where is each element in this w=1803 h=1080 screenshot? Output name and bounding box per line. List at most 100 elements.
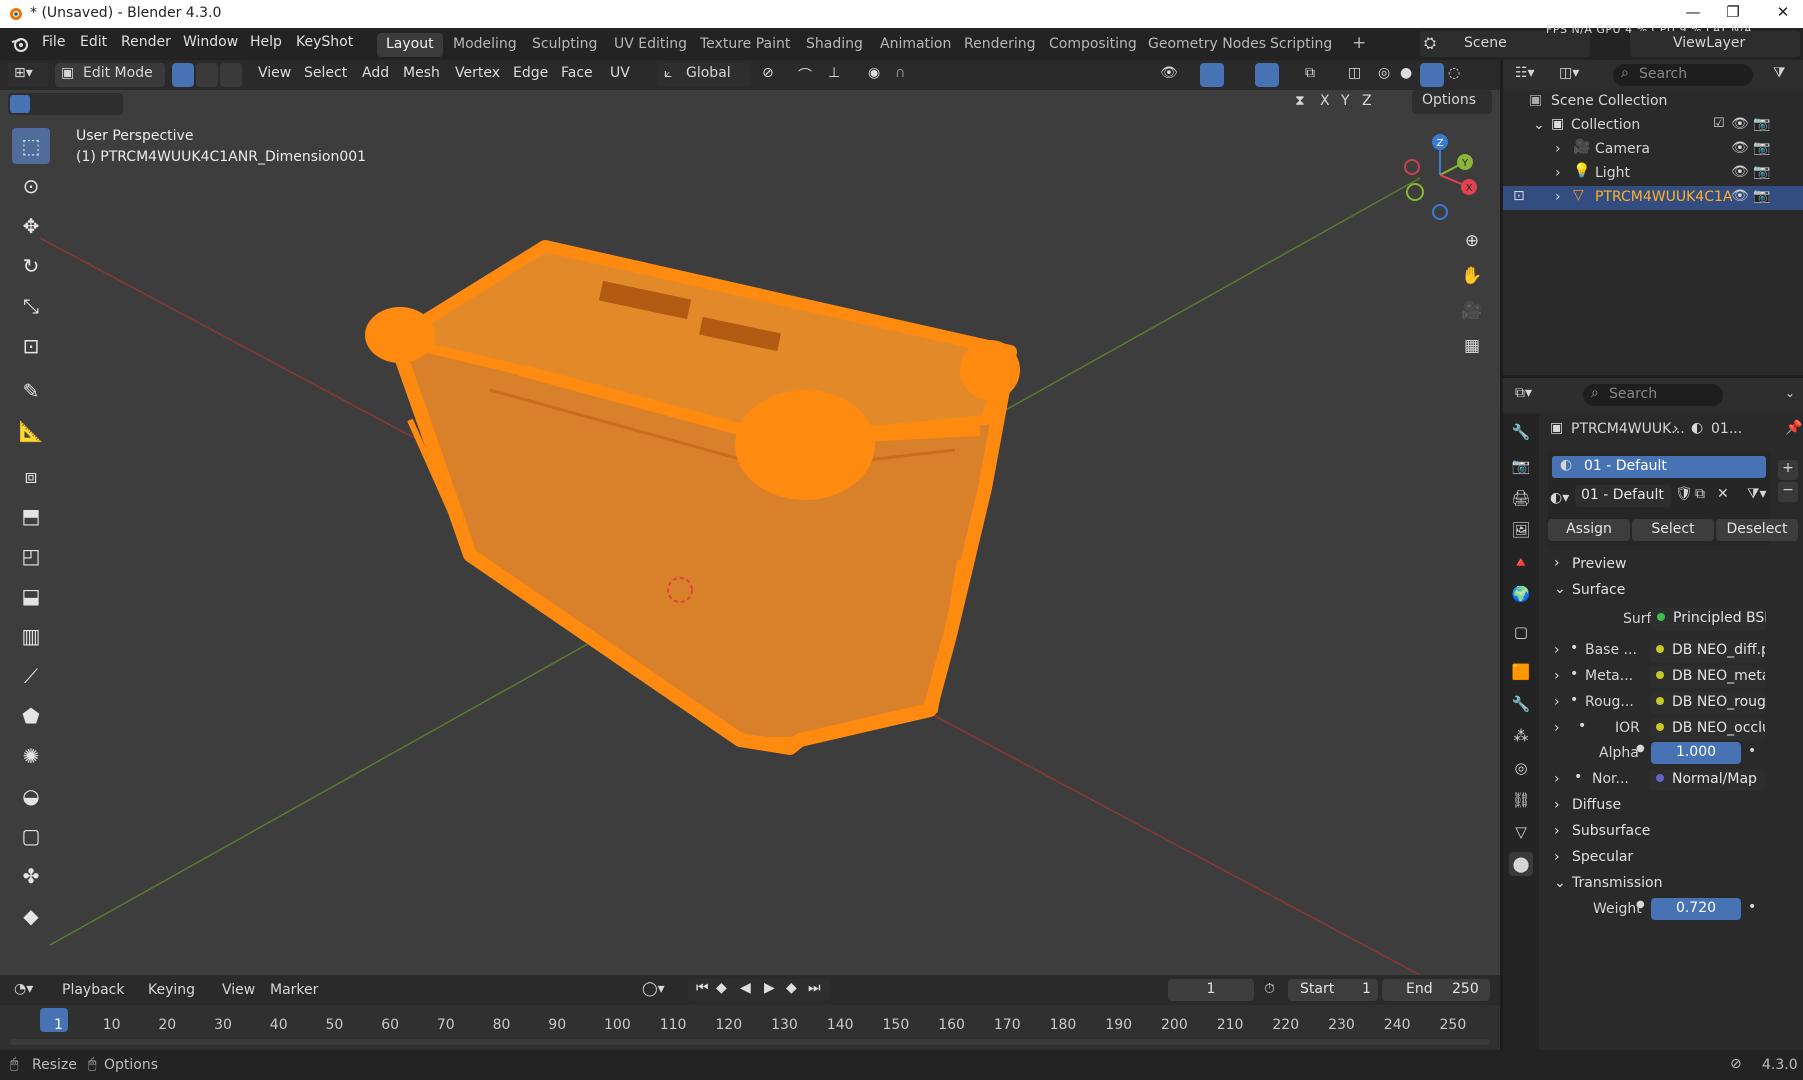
expand-icon[interactable]: › — [1555, 189, 1561, 205]
move-icon[interactable]: ✥ — [12, 208, 50, 244]
tool-tab-icon[interactable]: 🔧 — [1509, 420, 1533, 444]
filter-icon[interactable]: ⧩ — [1773, 65, 1786, 81]
collection-row[interactable]: ⌄ ▣ Collection ☑ 👁 📷 — [1503, 114, 1803, 138]
data-tab-icon[interactable]: ▽ — [1509, 820, 1533, 844]
maximize-button[interactable]: ❐ — [1713, 3, 1753, 21]
solid-shading-icon[interactable]: ● — [1400, 65, 1412, 81]
proportional-edit-icon[interactable]: ◉ — [868, 65, 880, 81]
tab-animation[interactable]: Animation — [871, 33, 960, 57]
camera-render-icon[interactable]: 📷 — [1753, 140, 1770, 156]
menu-render[interactable]: Render — [121, 34, 171, 50]
minimize-button[interactable]: — — [1673, 3, 1713, 21]
unlink-material-icon[interactable]: ✕ — [1717, 486, 1729, 502]
wireframe-shading-icon[interactable]: ◎ — [1378, 65, 1390, 81]
input-value-field[interactable]: DB NEO_roug... — [1650, 692, 1765, 714]
collection-visibility-icon[interactable]: 👁 — [1731, 116, 1749, 132]
tab-texture-paint[interactable]: Texture Paint — [691, 33, 799, 57]
tab-geometry-nodes[interactable]: Geometry Nodes — [1139, 33, 1275, 57]
material-slot-item[interactable]: ◐ 01 - Default — [1552, 456, 1766, 478]
scene-collection-row[interactable]: ▣ Scene Collection — [1503, 90, 1803, 114]
tab-scripting[interactable]: Scripting — [1261, 33, 1341, 57]
mesh-render-icon[interactable]: 📷 — [1753, 188, 1770, 204]
input-row-normal[interactable]: › • Nor... Normal/Map — [1550, 767, 1800, 793]
menu-marker[interactable]: Marker — [270, 982, 318, 998]
transform-icon[interactable]: ⊡ — [12, 328, 50, 364]
input-row-ior[interactable]: › • IOR DB NEO_occlu... — [1550, 716, 1800, 742]
timeline-scrollbar[interactable] — [10, 1039, 1490, 1045]
render-tab-icon[interactable]: 📷 — [1509, 454, 1533, 478]
surface-shader-field[interactable]: Principled BSDF — [1651, 608, 1766, 630]
scale-icon[interactable]: ⤡ — [12, 288, 50, 324]
pivot-icon[interactable]: ⊘ — [762, 65, 774, 81]
visibility-icon[interactable]: 👁 — [1160, 65, 1178, 81]
scene-tab-icon[interactable]: 🔺 — [1509, 550, 1533, 574]
camera-view-icon[interactable]: 🎥 — [1456, 295, 1488, 327]
timeline-editor-icon[interactable]: ◔▾ — [14, 981, 33, 997]
menu-face[interactable]: Face — [561, 65, 593, 81]
mirror-y[interactable]: Y — [1341, 93, 1350, 109]
jump-start-icon[interactable]: ⏮ — [696, 980, 709, 996]
knife-icon[interactable]: ⟋ — [12, 658, 50, 694]
shrink-fatten-icon[interactable]: ▢ — [12, 818, 50, 854]
pan-hand-icon[interactable]: ✋ — [1456, 260, 1488, 292]
editor-type-button[interactable]: ⊞▾ — [8, 63, 48, 87]
play-icon[interactable]: ▶ — [764, 980, 775, 996]
menu-keyshot[interactable]: KeyShot — [296, 34, 353, 50]
add-cube-icon[interactable]: ⧈ — [12, 458, 50, 494]
tab-sculpting[interactable]: Sculpting — [523, 33, 606, 57]
expand-icon[interactable]: › — [1555, 141, 1561, 157]
menu-view[interactable]: View — [222, 982, 255, 998]
tab-shading[interactable]: Shading — [797, 33, 872, 57]
edge-select-button[interactable] — [196, 63, 218, 87]
ortho-grid-icon[interactable]: ▦ — [1456, 330, 1488, 362]
rip-icon[interactable]: ◆ — [12, 898, 50, 934]
tab-layout[interactable]: Layout — [377, 33, 443, 57]
collection-expand-icon[interactable]: ⌄ — [1533, 117, 1545, 133]
options-dropdown[interactable]: Options — [1412, 90, 1492, 114]
diffuse-section[interactable]: › Diffuse — [1550, 793, 1800, 819]
view-layer-tab-icon[interactable]: 🖼 — [1509, 518, 1533, 542]
vertex-select-button[interactable] — [172, 63, 194, 87]
collection-render-icon[interactable]: 📷 — [1753, 116, 1770, 132]
shear-icon[interactable]: ✤ — [12, 858, 50, 894]
loop-cut-icon[interactable]: ▥ — [12, 618, 50, 654]
material-name-field[interactable]: 01 - Default — [1575, 485, 1671, 507]
tab-compositing[interactable]: Compositing — [1040, 33, 1146, 57]
mesh-visibility-icon[interactable]: 👁 — [1731, 188, 1749, 204]
pin-icon[interactable]: 📌 — [1785, 420, 1802, 436]
spin-icon[interactable]: ✺ — [12, 738, 50, 774]
cursor-icon[interactable]: ⊙ — [12, 168, 50, 204]
transform-orientation-dropdown[interactable]: ⟀ Global — [658, 63, 750, 87]
world-tab-icon[interactable]: 🌍 — [1509, 582, 1533, 606]
tab-uv-editing[interactable]: UV Editing — [605, 33, 696, 57]
menu-uv[interactable]: UV — [610, 65, 630, 81]
fake-user-icon[interactable]: 🛡 — [1675, 486, 1693, 502]
rotate-icon[interactable]: ↻ — [12, 248, 50, 284]
keyframe-dot-icon[interactable]: • — [1748, 899, 1756, 915]
menu-edit[interactable]: Edit — [80, 34, 107, 50]
preview-section[interactable]: › Preview — [1550, 552, 1800, 578]
zoom-icon[interactable]: ⊕ — [1456, 225, 1488, 257]
input-row-base-color[interactable]: › • Base ... DB NEO_diff.png — [1550, 638, 1800, 664]
outliner-editor-icon[interactable]: ☷▾ — [1515, 65, 1535, 81]
menu-window[interactable]: Window — [183, 34, 238, 50]
menu-keying[interactable]: Keying — [148, 982, 195, 998]
properties-editor-icon[interactable]: ⧉▾ — [1515, 385, 1532, 401]
light-visibility-icon[interactable]: 👁 — [1731, 164, 1749, 180]
menu-add[interactable]: Add — [362, 65, 389, 81]
falloff-icon[interactable]: ∩ — [895, 65, 905, 81]
output-tab-icon[interactable]: 🖨 — [1509, 486, 1533, 510]
menu-view[interactable]: View — [258, 65, 291, 81]
add-slot-button[interactable]: + — [1778, 460, 1798, 480]
select-box-icon[interactable]: ⬚ — [12, 128, 50, 164]
playback-controls[interactable]: ⏮ ◆ ◀ ▶ ◆ ⏭ — [688, 979, 830, 1001]
collection-tab-icon[interactable]: ▢ — [1509, 620, 1533, 644]
menu-edge[interactable]: Edge — [513, 65, 548, 81]
play-reverse-icon[interactable]: ◀ — [740, 980, 751, 996]
outliner-search-input[interactable]: ⌕ Search — [1613, 64, 1753, 86]
current-frame-field[interactable]: 1 — [1168, 979, 1254, 1001]
menu-file[interactable]: File — [42, 34, 65, 50]
browse-material-icon[interactable]: ◐▾ — [1550, 490, 1569, 506]
inset-icon[interactable]: ◰ — [12, 538, 50, 574]
transmission-section[interactable]: ⌄ Transmission — [1550, 871, 1800, 897]
